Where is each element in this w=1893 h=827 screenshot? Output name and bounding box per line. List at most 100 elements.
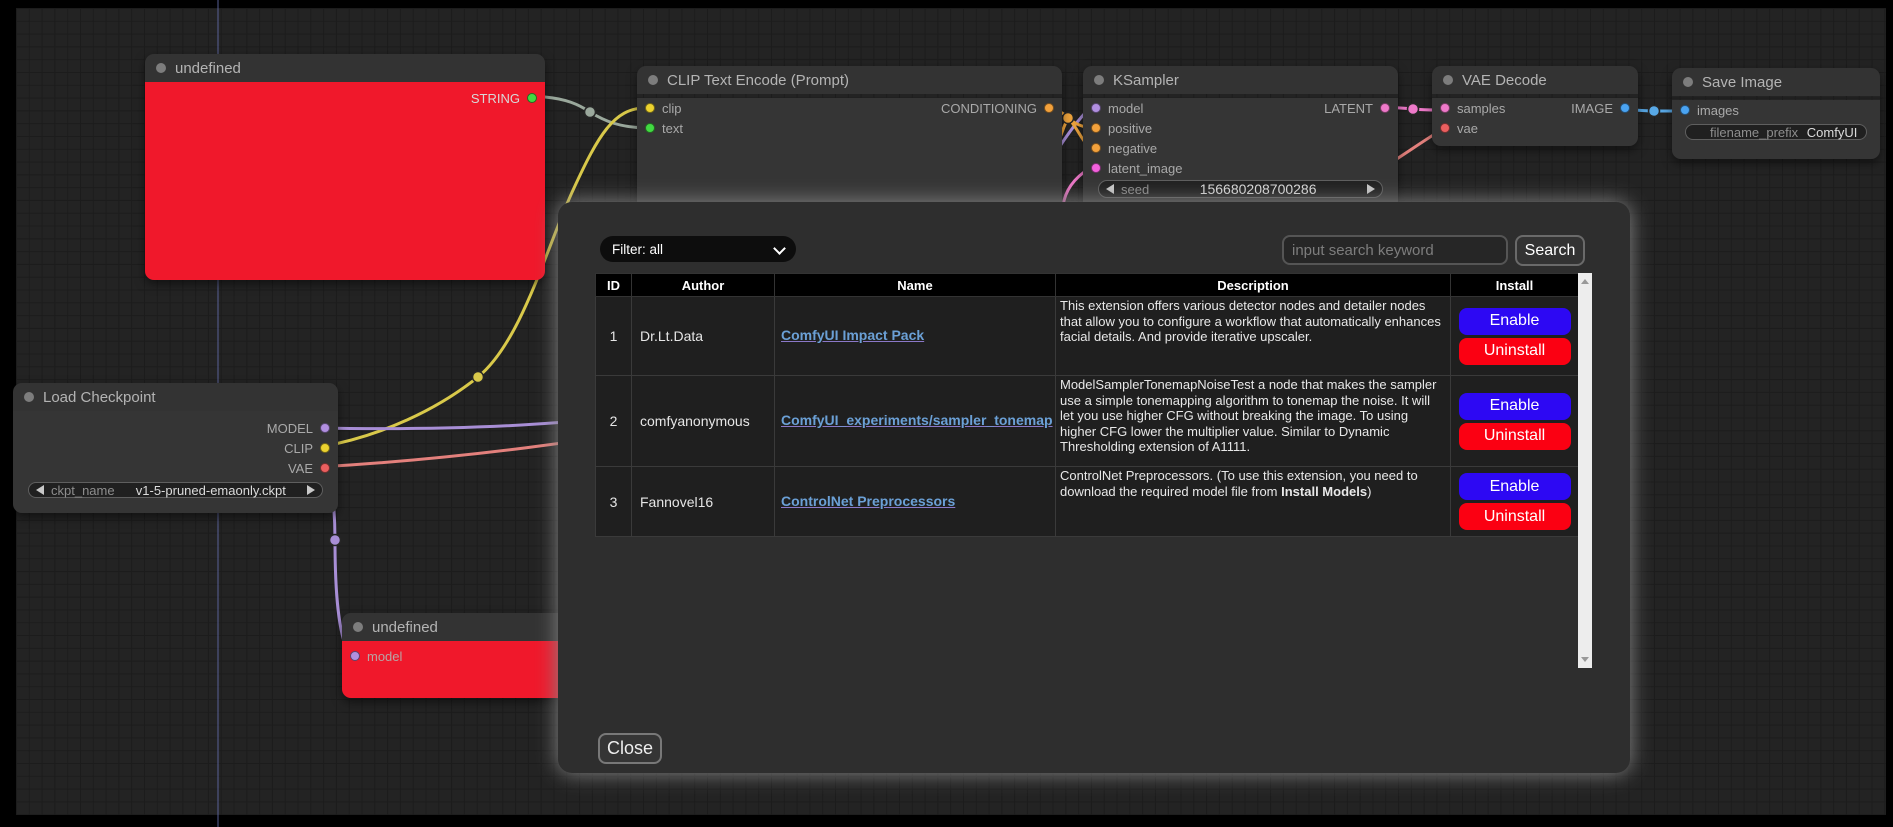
output-slot-string[interactable] [527,93,537,103]
cell-install: Enable Uninstall [1451,376,1579,467]
next-checkpoint-arrow-icon[interactable] [307,485,315,495]
output-label: IMAGE [1571,101,1613,116]
extension-link[interactable]: ControlNet Preprocessors [781,493,955,509]
input-slot-text[interactable] [645,123,655,133]
cell-description: ModelSamplerTonemapNoiseTest a node that… [1056,376,1451,467]
uninstall-button[interactable]: Uninstall [1459,423,1571,450]
node-title-bar[interactable]: CLIP Text Encode (Prompt) [637,66,1062,94]
collapse-dot-icon[interactable] [1683,77,1693,87]
node-title: Load Checkpoint [43,389,156,406]
col-header-author: Author [632,274,775,297]
col-header-description: Description [1056,274,1451,297]
collapse-dot-icon[interactable] [24,392,34,402]
collapse-dot-icon[interactable] [156,63,166,73]
cell-install: Enable Uninstall [1451,467,1579,537]
input-slot-latent-image[interactable] [1091,163,1101,173]
node-save-image[interactable]: Save Image images filename_prefix ComfyU… [1672,68,1880,159]
output-slot-latent[interactable] [1380,103,1390,113]
input-slot-negative[interactable] [1091,143,1101,153]
node-undefined-top[interactable]: undefined STRING [145,54,545,280]
filter-dropdown[interactable]: Filter: all [600,236,796,262]
scroll-up-arrow-icon[interactable] [1581,279,1589,284]
comfyui-window: undefined STRING CLIP Text Encode (Promp… [0,0,1893,827]
increment-arrow-icon[interactable] [1367,184,1375,194]
scroll-down-arrow-icon[interactable] [1581,657,1589,662]
output-slot-image[interactable] [1620,103,1630,113]
col-header-id: ID [596,274,632,297]
col-header-name: Name [775,274,1056,297]
collapse-dot-icon[interactable] [1443,75,1453,85]
extensions-table-wrap: ID Author Name Description Install 1 Dr.… [595,273,1592,668]
node-title-bar[interactable]: Save Image [1672,68,1880,96]
enable-button[interactable]: Enable [1459,393,1571,420]
reroute-dot-image [1649,106,1660,117]
input-slot-vae[interactable] [1440,123,1450,133]
filter-dropdown-wrap: Filter: all [600,236,796,262]
node-title-bar[interactable]: KSampler [1083,66,1398,94]
cell-author: Dr.Lt.Data [632,297,775,376]
extension-row: 1 Dr.Lt.Data ComfyUI Impact Pack This ex… [596,297,1579,376]
uninstall-button[interactable]: Uninstall [1459,338,1571,365]
custom-nodes-dialog: Filter: all Search ID Author Name Descri… [558,202,1630,773]
ckpt-name-widget[interactable]: ckpt_name v1-5-pruned-emaonly.ckpt [28,482,323,498]
reroute-dot-latent [1408,104,1419,115]
node-title: Save Image [1702,74,1782,91]
input-slot-images[interactable] [1680,105,1690,115]
input-slot-positive[interactable] [1091,123,1101,133]
node-title: CLIP Text Encode (Prompt) [667,72,849,89]
node-title: undefined [372,619,438,636]
output-slot-model[interactable] [320,423,330,433]
table-scrollbar[interactable] [1578,273,1592,668]
collapse-dot-icon[interactable] [1094,75,1104,85]
node-title-bar[interactable]: undefined [145,54,545,82]
reroute-dot-clip [473,372,484,383]
cell-id: 3 [596,467,632,537]
input-slot-samples[interactable] [1440,103,1450,113]
enable-button[interactable]: Enable [1459,473,1571,500]
extensions-table: ID Author Name Description Install 1 Dr.… [595,273,1579,537]
output-slot-clip[interactable] [320,443,330,453]
seed-widget[interactable]: seed 156680208700286 [1098,180,1383,198]
cell-author: Fannovel16 [632,467,775,537]
collapse-dot-icon[interactable] [353,622,363,632]
search-button[interactable]: Search [1515,235,1585,266]
node-title: KSampler [1113,72,1179,89]
reroute-dot-model [330,535,341,546]
node-undefined-bottom[interactable]: undefined model [342,613,570,698]
cell-description: ControlNet Preprocessors. (To use this e… [1056,467,1451,537]
output-label: MODEL [267,421,313,436]
enable-button[interactable]: Enable [1459,308,1571,335]
output-slot-vae[interactable] [320,463,330,473]
decrement-arrow-icon[interactable] [1106,184,1114,194]
cell-id: 2 [596,376,632,467]
close-button[interactable]: Close [598,733,662,764]
input-slot-clip[interactable] [645,103,655,113]
search-input[interactable] [1282,235,1508,265]
extension-link[interactable]: ComfyUI_experiments/sampler_tonemap [781,412,1053,428]
node-title-bar[interactable]: undefined [342,613,570,641]
input-slot-model[interactable] [350,651,360,661]
input-slot-model[interactable] [1091,103,1101,113]
output-label: LATENT [1324,101,1373,116]
node-load-checkpoint[interactable]: Load Checkpoint MODEL CLIP VAE ckpt_name… [13,383,338,513]
col-header-install: Install [1451,274,1579,297]
node-title-bar[interactable]: Load Checkpoint [13,383,338,411]
node-vae-decode[interactable]: VAE Decode samples IMAGE vae [1432,66,1638,146]
reroute-dot-string [585,107,596,118]
output-slot-conditioning[interactable] [1044,103,1054,113]
cell-author: comfyanonymous [632,376,775,467]
node-title-bar[interactable]: VAE Decode [1432,66,1638,94]
node-clip-text-encode[interactable]: CLIP Text Encode (Prompt) clip CONDITION… [637,66,1062,214]
extension-link[interactable]: ComfyUI Impact Pack [781,327,924,343]
reroute-dot-conditioning [1063,113,1074,124]
filename-prefix-widget[interactable]: filename_prefix ComfyUI [1685,124,1867,140]
node-title: VAE Decode [1462,72,1547,89]
extension-row: 3 Fannovel16 ControlNet Preprocessors Co… [596,467,1579,537]
output-label: CONDITIONING [941,101,1037,116]
uninstall-button[interactable]: Uninstall [1459,503,1571,530]
prev-checkpoint-arrow-icon[interactable] [36,485,44,495]
cell-install: Enable Uninstall [1451,297,1579,376]
collapse-dot-icon[interactable] [648,75,658,85]
node-ksampler[interactable]: KSampler model LATENT positive negative … [1083,66,1398,210]
output-label: CLIP [284,441,313,456]
